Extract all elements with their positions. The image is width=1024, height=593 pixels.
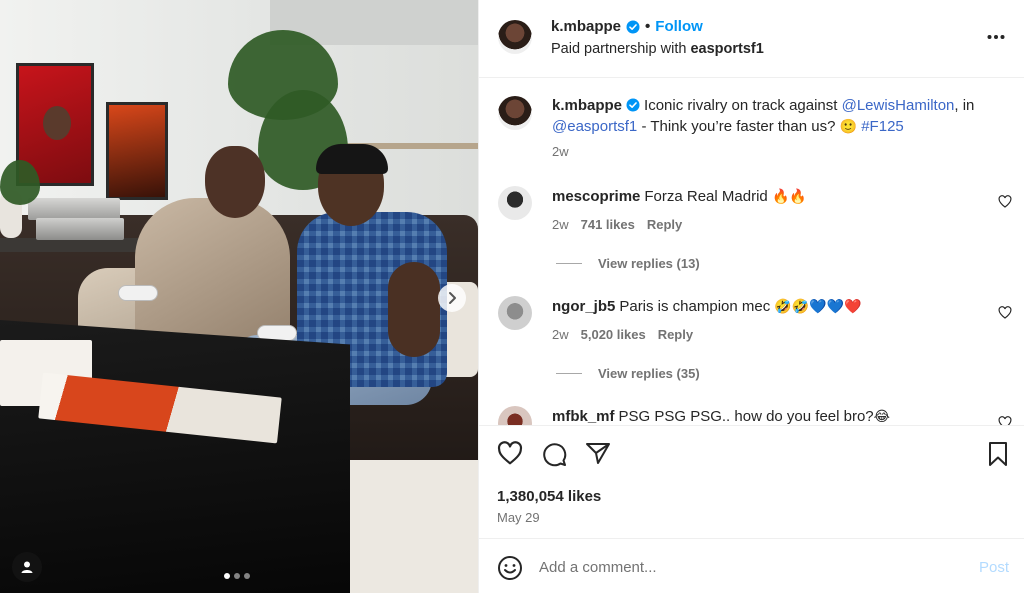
commenter-avatar[interactable]	[498, 296, 532, 330]
carousel-next-button[interactable]	[438, 284, 466, 312]
heart-icon[interactable]	[497, 441, 523, 465]
comment-time[interactable]: 2w	[552, 327, 569, 342]
caption-time[interactable]: 2w	[552, 144, 569, 159]
caption-emoji: 🙂	[839, 119, 858, 135]
photo-person-left	[205, 146, 265, 218]
user-tag-icon	[21, 561, 33, 573]
comment-likes[interactable]: 741 likes	[581, 217, 635, 232]
comment-reply-button[interactable]: Reply	[658, 327, 693, 342]
carousel-dot	[244, 573, 250, 579]
comment-text: mfbk_mf PSG PSG PSG.. how do you feel bro…	[552, 406, 981, 425]
comment-body: Paris is champion mec	[619, 298, 771, 315]
photo-amplifier	[28, 198, 120, 220]
comment-emoji: 🤣🤣💙💙❤️	[774, 299, 862, 315]
comment-composer: Post	[479, 538, 1024, 593]
comment-like-icon[interactable]	[998, 306, 1012, 319]
caption-text-part: Iconic rivalry on track against	[644, 97, 842, 114]
more-options-icon	[987, 35, 1005, 39]
mention-link[interactable]: @easportsf1	[552, 118, 637, 135]
post-header: k.mbappe • Follow Paid partnership with …	[479, 0, 1024, 78]
photo-person-right	[388, 262, 440, 357]
comments-list[interactable]: k.mbappe Iconic rivalry on track against …	[479, 79, 1024, 425]
comment-username[interactable]: ngor_jb5	[552, 298, 615, 315]
view-replies-label: View replies (35)	[598, 366, 700, 381]
partner-link[interactable]: easportsf1	[690, 41, 763, 57]
comment-time[interactable]: 2w	[552, 217, 569, 232]
commenter-avatar[interactable]	[498, 186, 532, 220]
comment-text: mescoprime Forza Real Madrid 🔥🔥	[552, 186, 981, 208]
post-date[interactable]: May 29	[497, 510, 540, 525]
post-actions: 1,380,054 likes May 29	[479, 425, 1024, 538]
share-icon[interactable]	[585, 441, 611, 465]
comment-reply-button[interactable]: Reply	[647, 217, 682, 232]
verified-badge-icon	[626, 98, 640, 112]
carousel-dot	[234, 573, 240, 579]
post-media[interactable]	[0, 0, 478, 593]
comment-like-icon[interactable]	[998, 195, 1012, 208]
view-replies-button[interactable]: View replies (35)	[556, 366, 700, 381]
replies-divider	[556, 263, 582, 264]
emoji-icon[interactable]	[497, 555, 523, 581]
user-tags-button[interactable]	[12, 552, 42, 582]
comment-meta: 2w 5,020 likes Reply	[552, 327, 693, 342]
comment-text: ngor_jb5 Paris is champion mec 🤣🤣💙💙❤️	[552, 296, 981, 318]
comment-username[interactable]: mescoprime	[552, 188, 640, 205]
comment-icon[interactable]	[541, 441, 567, 467]
comment-input[interactable]	[539, 552, 959, 582]
photo-person-right	[316, 144, 388, 174]
replies-divider	[556, 373, 582, 374]
comment-body: Forza Real Madrid	[644, 188, 768, 205]
photo-plant	[0, 160, 40, 205]
commenter-avatar[interactable]	[498, 406, 532, 425]
likes-count[interactable]: 1,380,054 likes	[497, 488, 601, 505]
author-line: k.mbappe • Follow	[551, 18, 703, 35]
caption-avatar[interactable]	[498, 96, 532, 130]
post-comment-button[interactable]: Post	[979, 559, 1009, 576]
photo-poster-car	[106, 102, 168, 200]
partnership-label: Paid partnership with	[551, 41, 691, 57]
comment-emoji: 😂	[873, 409, 891, 425]
more-options-button[interactable]	[987, 27, 1005, 45]
carousel-dot	[224, 573, 230, 579]
view-replies-button[interactable]: View replies (13)	[556, 256, 700, 271]
comment-username[interactable]: mfbk_mf	[552, 408, 615, 425]
separator-dot: •	[645, 18, 651, 35]
comment-meta: 2w 741 likes Reply	[552, 217, 682, 232]
partnership-line: Paid partnership with easportsf1	[551, 41, 764, 57]
view-replies-label: View replies (13)	[598, 256, 700, 271]
caption-text: k.mbappe Iconic rivalry on track against …	[552, 95, 981, 138]
caption-meta: 2w	[552, 144, 569, 159]
comment-emoji: 🔥🔥	[771, 189, 807, 205]
caption-text-part: - Think you’re faster than us?	[637, 118, 840, 135]
photo-amplifier	[36, 218, 124, 240]
caption-username[interactable]: k.mbappe	[552, 97, 622, 114]
comment-likes[interactable]: 5,020 likes	[581, 327, 646, 342]
carousel-indicator	[224, 573, 250, 579]
chevron-right-icon	[449, 292, 456, 304]
photo-controller	[118, 285, 158, 301]
author-avatar[interactable]	[498, 20, 532, 54]
author-username[interactable]: k.mbappe	[551, 18, 621, 35]
comment-like-icon[interactable]	[998, 416, 1012, 425]
comment-body: PSG PSG PSG.. how do you feel bro?	[618, 408, 874, 425]
verified-badge-icon	[626, 20, 640, 33]
caption-text-part: , in	[954, 97, 975, 114]
follow-button[interactable]: Follow	[655, 18, 703, 35]
post-panel: k.mbappe • Follow Paid partnership with …	[478, 0, 1024, 593]
mention-link[interactable]: @LewisHamilton	[842, 97, 955, 114]
bookmark-icon[interactable]	[987, 441, 1009, 467]
hashtag-link[interactable]: #F125	[861, 118, 904, 135]
